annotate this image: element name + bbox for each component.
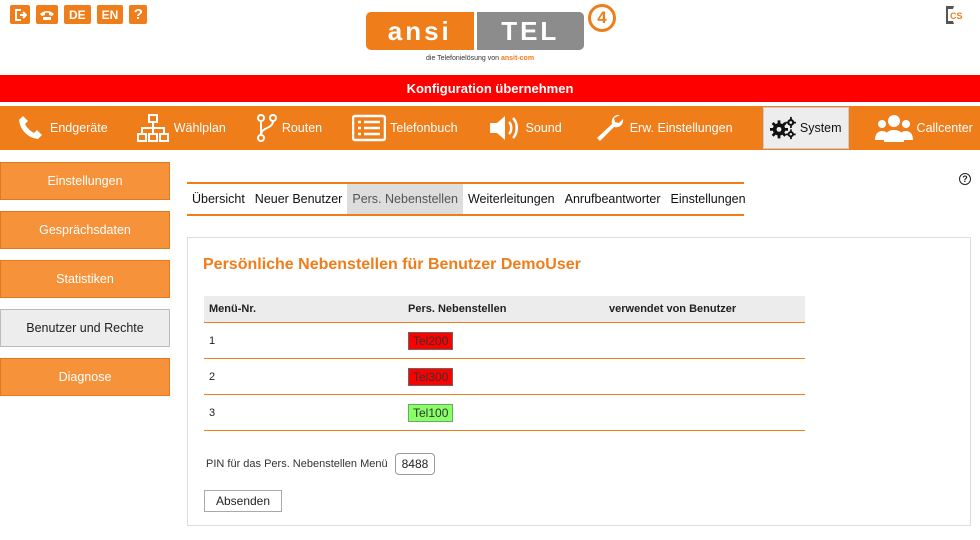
content-panel: Persönliche Nebenstellen für Benutzer De… bbox=[187, 237, 971, 526]
pin-label: PIN für das Pers. Nebenstellen Menü bbox=[206, 458, 388, 470]
help-button[interactable]: ? bbox=[129, 5, 148, 24]
sidebar-item-einstellungen[interactable]: Einstellungen bbox=[0, 162, 170, 200]
tab-pers-nebenstellen[interactable]: Pers. Nebenstellen bbox=[347, 184, 463, 214]
nav-item-routen[interactable]: Routen bbox=[250, 106, 328, 150]
nav-item-erw-einstellungen[interactable]: Erw. Einstellungen bbox=[588, 106, 739, 150]
nav-item-system[interactable]: System bbox=[762, 107, 849, 149]
logo-tagline-brand: ansit-com bbox=[501, 55, 535, 62]
sidebar-item-gespraechsdaten[interactable]: Gesprächsdaten bbox=[0, 211, 170, 249]
extensions-table: Menü-Nr. Pers. Nebenstellen verwendet vo… bbox=[204, 296, 805, 431]
nav-item-label: Callcenter bbox=[916, 121, 973, 135]
hangup-phone-icon[interactable] bbox=[36, 5, 58, 24]
svg-text:CS: CS bbox=[950, 11, 963, 21]
pin-row: PIN für das Pers. Nebenstellen Menü 8488 bbox=[206, 453, 436, 475]
nav-item-label: Routen bbox=[281, 121, 323, 135]
nav-item-label: Wählplan bbox=[173, 121, 226, 135]
pin-input[interactable]: 8488 bbox=[394, 453, 436, 475]
extension-chip[interactable]: Tel300 bbox=[408, 367, 454, 386]
tab-anrufbeantworter[interactable]: Anrufbeantworter bbox=[560, 184, 666, 214]
cs-logo-icon: CS bbox=[946, 6, 963, 24]
nav-item-label: Erw. Einstellungen bbox=[629, 121, 733, 135]
nav-item-callcenter[interactable]: Callcenter bbox=[869, 106, 979, 150]
nav-item-sound[interactable]: Sound bbox=[482, 106, 568, 150]
logo-tagline-prefix: die Telefonielösung von bbox=[426, 55, 500, 62]
page: DE EN ? ansi TEL 4 die Telefonielösung v… bbox=[0, 0, 980, 540]
apply-configuration-button[interactable]: Konfiguration übernehmen bbox=[0, 75, 980, 102]
nav-item-waehlplan[interactable]: Wählplan bbox=[130, 106, 232, 150]
gears-icon bbox=[769, 116, 796, 140]
table-row: 2 Tel300 bbox=[204, 359, 805, 395]
tab-weiterleitungen[interactable]: Weiterleitungen bbox=[463, 184, 560, 214]
sidebar: Einstellungen Gesprächsdaten Statistiken… bbox=[0, 162, 170, 407]
wrench-icon bbox=[596, 114, 623, 141]
extension-chip[interactable]: Tel100 bbox=[408, 403, 454, 422]
logo-left: ansi bbox=[387, 15, 452, 46]
table-header: Menü-Nr. Pers. Nebenstellen verwendet vo… bbox=[204, 296, 805, 323]
logout-icon[interactable] bbox=[10, 5, 30, 24]
menu-number: 2 bbox=[209, 370, 216, 383]
help-icon[interactable]: ? bbox=[959, 173, 971, 185]
logo-version: 4 bbox=[588, 4, 616, 32]
menu-number: 1 bbox=[209, 334, 216, 347]
tab-uebersicht[interactable]: Übersicht bbox=[187, 184, 250, 214]
column-header: verwendet von Benutzer bbox=[609, 303, 737, 315]
sub-tabs: Übersicht Neuer Benutzer Pers. Nebenstel… bbox=[187, 182, 746, 216]
tab-neuer-benutzer[interactable]: Neuer Benutzer bbox=[250, 184, 348, 214]
tab-einstellungen[interactable]: Einstellungen bbox=[666, 184, 751, 214]
page-title: Persönliche Nebenstellen für Benutzer De… bbox=[203, 256, 581, 273]
ansitel-logo: ansi TEL 4 die Telefonielösung von ansit… bbox=[366, 4, 626, 68]
logo-tagline: die Telefonielösung von ansit-com bbox=[426, 55, 534, 62]
sidebar-item-diagnose[interactable]: Diagnose bbox=[0, 358, 170, 396]
route-icon bbox=[256, 114, 277, 142]
menu-number: 3 bbox=[209, 406, 216, 419]
submit-button[interactable]: Absenden bbox=[204, 490, 282, 512]
list-icon bbox=[352, 114, 387, 142]
sitemap-icon bbox=[136, 114, 169, 142]
sidebar-item-benutzer-und-rechte[interactable]: Benutzer und Rechte bbox=[0, 309, 170, 347]
phone-icon bbox=[19, 116, 42, 139]
table-row: 3 Tel100 bbox=[204, 395, 805, 431]
language-de-button[interactable]: DE bbox=[64, 5, 91, 24]
speaker-icon bbox=[489, 116, 518, 140]
table-row: 1 Tel200 bbox=[204, 323, 805, 359]
nav-item-label: System bbox=[799, 121, 842, 135]
nav-item-telefonbuch[interactable]: Telefonbuch bbox=[346, 106, 463, 150]
top-toolbar: DE EN ? bbox=[10, 5, 148, 24]
main-nav: Endgeräte Wählplan Routen Telefonbuch So… bbox=[0, 106, 980, 150]
nav-item-label: Sound bbox=[525, 121, 562, 135]
nav-item-label: Endgeräte bbox=[50, 121, 108, 135]
column-header: Menü-Nr. bbox=[209, 303, 257, 315]
users-icon bbox=[874, 115, 913, 142]
column-header: Pers. Nebenstellen bbox=[408, 303, 507, 315]
extension-chip[interactable]: Tel200 bbox=[408, 331, 454, 350]
logo-wordmark: ansi TEL bbox=[366, 12, 584, 50]
nav-item-label: Telefonbuch bbox=[390, 121, 458, 135]
language-en-button[interactable]: EN bbox=[96, 5, 124, 24]
logo-right: TEL bbox=[473, 12, 584, 50]
nav-item-endgeraete[interactable]: Endgeräte bbox=[10, 106, 114, 150]
sidebar-item-statistiken[interactable]: Statistiken bbox=[0, 260, 170, 298]
